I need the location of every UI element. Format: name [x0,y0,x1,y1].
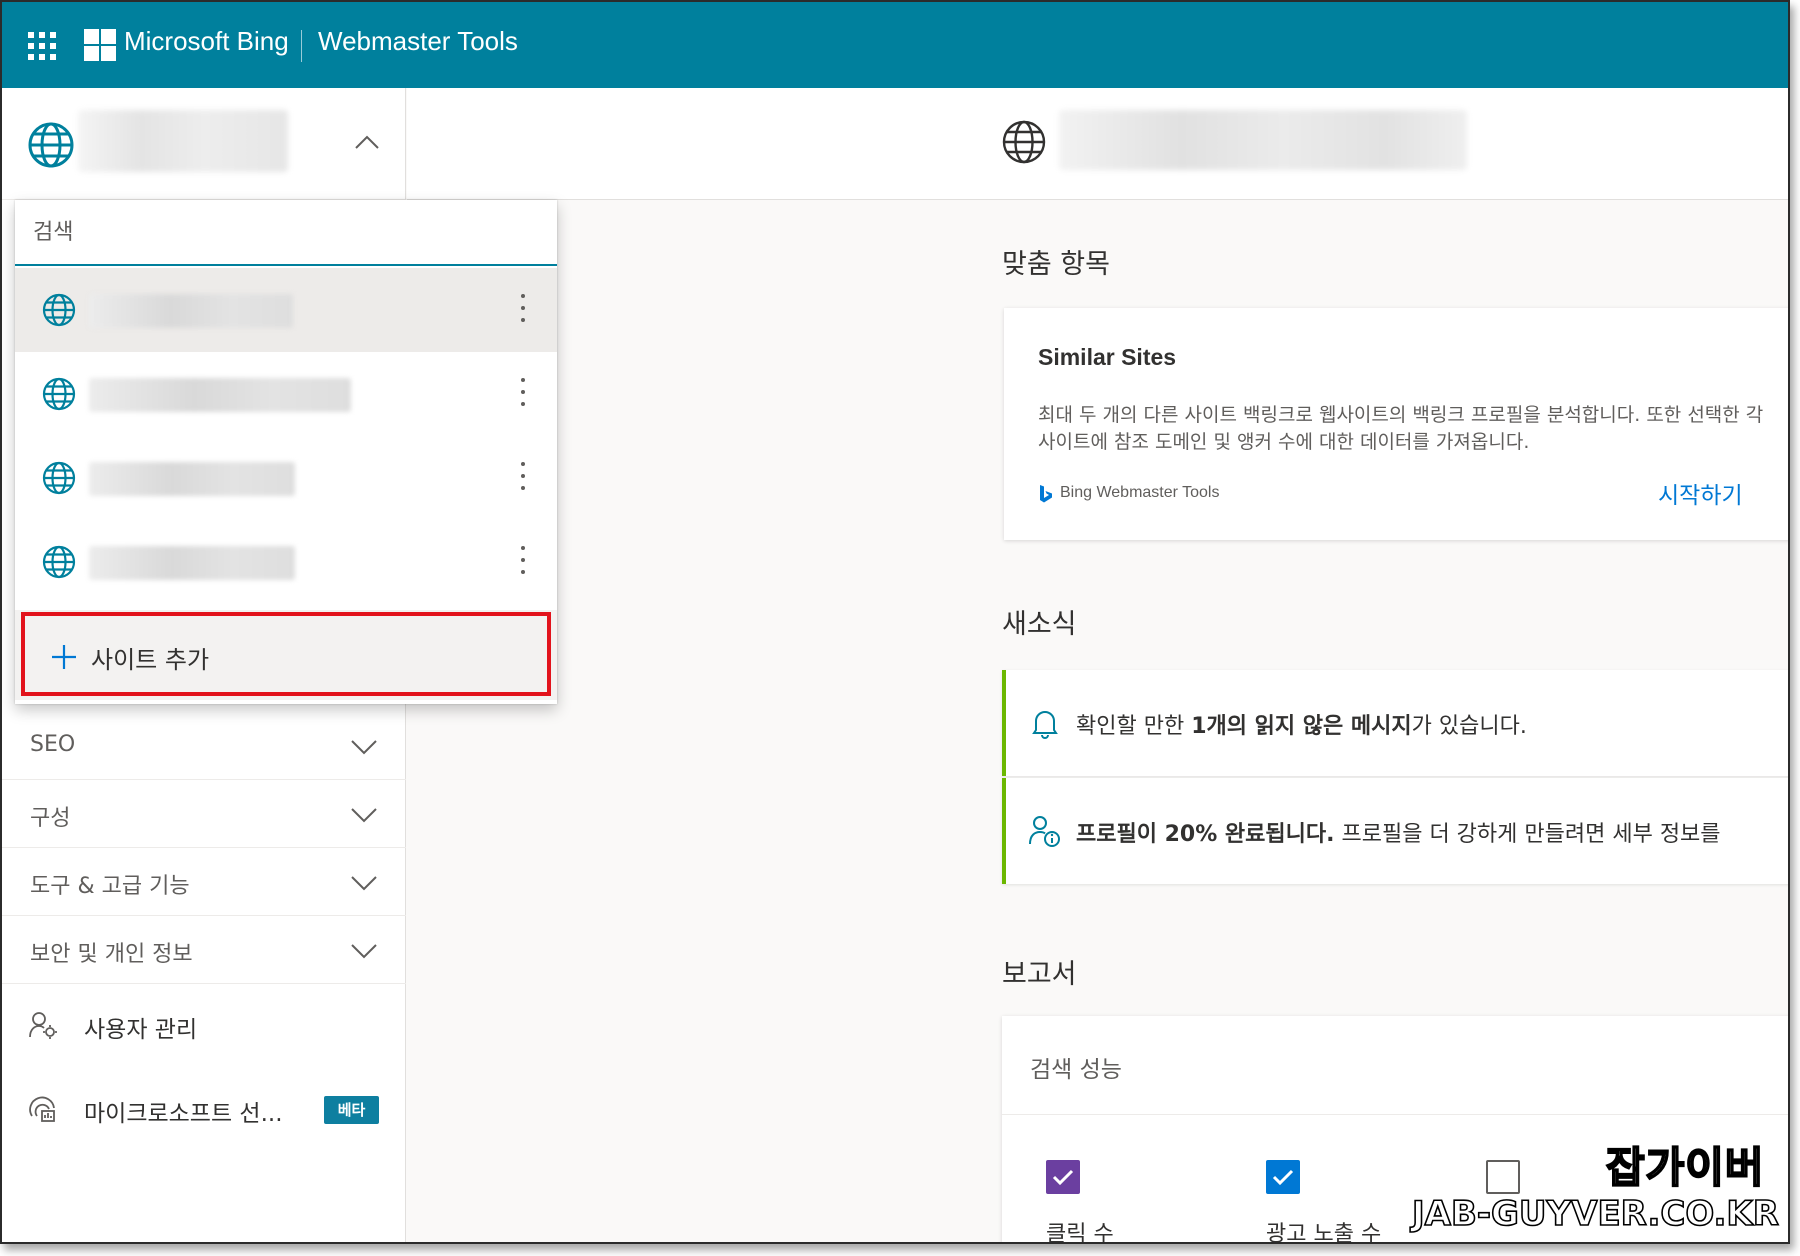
highlight-box: 사이트 추가 [21,612,551,696]
unread-message-text: 확인할 만한 1개의 읽지 않은 메시지가 있습니다. [1076,714,1527,739]
globe-icon [1002,120,1046,164]
blurred-site-url [78,110,288,172]
divider [1002,1114,1788,1115]
search-performance-title: 검색 성능 [1030,1057,1122,1083]
brand-name[interactable]: Microsoft Bing [124,26,289,57]
app-launcher-icon[interactable] [28,32,56,60]
user-management-label: 사용자 관리 [84,1017,198,1043]
similar-sites-source: Bing Webmaster Tools [1060,484,1220,501]
chevron-down-icon [351,808,377,823]
bing-logo-icon [1040,485,1052,503]
nav-seo[interactable]: SEO [2,712,406,780]
site-list-item[interactable] [15,520,557,604]
globe-icon [42,461,76,495]
blurred-site-url [89,546,295,580]
reports-title: 보고서 [1002,959,1077,990]
top-bar: Microsoft Bing Webmaster Tools [2,2,1788,88]
profile-info-icon [1029,816,1060,847]
similar-sites-card: Similar Sites 최대 두 개의 다른 사이트 백링크로 웹사이트의 … [1004,308,1788,540]
recommended-title: 맞춤 항목 [1002,249,1110,280]
blurred-site-url [89,462,295,496]
more-options-icon[interactable] [515,456,531,496]
globe-icon [28,122,74,168]
chevron-down-icon [351,876,377,891]
more-options-icon[interactable] [515,372,531,412]
site-list-item[interactable] [15,436,557,520]
main-header [407,88,1788,200]
watermark-url: JAB-GUYVER.CO.KR [1411,1193,1780,1235]
add-site-button[interactable]: 사이트 추가 [15,610,557,700]
similar-sites-description: 최대 두 개의 다른 사이트 백링크로 웹사이트의 백링크 프로필을 분석합니다… [1038,404,1764,453]
nav-label: 구성 [30,806,71,831]
more-options-icon[interactable] [515,540,531,580]
chevron-down-icon [351,740,377,755]
app-window: Microsoft Bing Webmaster Tools SEO 구성 도구… [0,0,1790,1244]
clicks-checkbox[interactable] [1046,1160,1080,1194]
site-dropdown: 사이트 추가 [15,200,557,704]
clarity-label: 마이크로소프트 선... [84,1101,283,1127]
site-search-input[interactable] [33,212,533,252]
globe-icon [42,545,76,579]
globe-icon [42,377,76,411]
user-settings-icon [29,1012,57,1039]
site-search[interactable] [15,200,557,266]
microsoft-logo-icon [84,29,116,61]
profile-completion-text: 프로필이 20% 완료됩니다. 프로필을 더 강하게 만들려면 세부 정보를 [1076,822,1721,847]
clicks-label: 클릭 수 [1046,1222,1114,1244]
chevron-down-icon [351,944,377,959]
impressions-checkbox[interactable] [1266,1160,1300,1194]
more-options-icon[interactable] [515,288,531,328]
plus-icon [52,645,76,669]
blurred-site-url [1059,110,1467,170]
site-selector[interactable] [2,88,406,200]
product-name[interactable]: Webmaster Tools [318,26,518,57]
blurred-site-url [89,378,351,412]
add-site-label: 사이트 추가 [91,646,210,674]
nav-configuration[interactable]: 구성 [2,780,406,848]
nav-label: SEO [30,732,76,757]
unread-message-notice[interactable]: 확인할 만한 1개의 읽지 않은 메시지가 있습니다. [1002,670,1788,776]
news-title: 새소식 [1002,609,1077,640]
nav-microsoft-clarity[interactable]: 마이크로소프트 선... 베타 [2,1074,406,1144]
nav-security[interactable]: 보안 및 개인 정보 [2,916,406,984]
nav-label: 보안 및 개인 정보 [30,942,193,967]
blurred-site-url [89,294,293,328]
get-started-link[interactable]: 시작하기 [1658,476,1743,510]
nav-tools[interactable]: 도구 & 고급 기능 [2,848,406,916]
beta-badge: 베타 [324,1096,379,1124]
profile-completion-notice[interactable]: 프로필이 20% 완료됩니다. 프로필을 더 강하게 만들려면 세부 정보를 [1002,778,1788,884]
clarity-icon [29,1096,55,1122]
unchecked-metric-checkbox[interactable] [1486,1160,1520,1194]
site-list-item[interactable] [15,268,557,352]
similar-sites-title: Similar Sites [1038,344,1177,370]
nav-user-management[interactable]: 사용자 관리 [2,990,406,1060]
site-list-item[interactable] [15,352,557,436]
watermark-title: 잡가이버 [1605,1142,1765,1193]
nav-label: 도구 & 고급 기능 [30,874,190,899]
chevron-up-icon[interactable] [354,130,380,156]
brand-separator [301,30,302,62]
impressions-label: 광고 노출 수 [1266,1222,1382,1244]
globe-icon [42,293,76,327]
bell-icon [1032,711,1058,739]
